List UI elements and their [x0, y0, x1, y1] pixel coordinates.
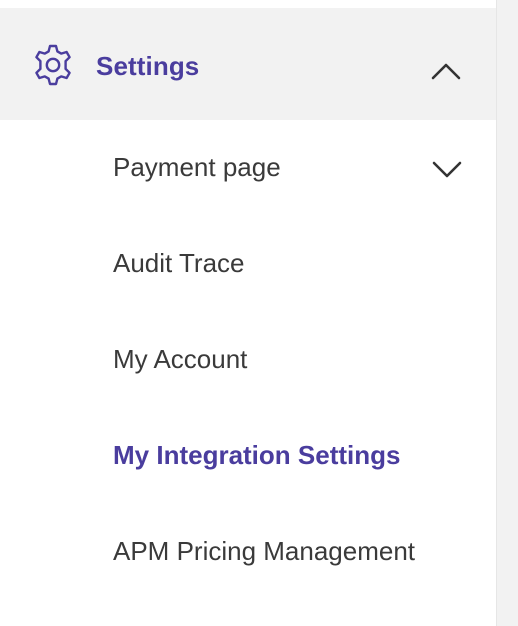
sidebar-nav: Settings Payment page Audit Trace My Acc…	[0, 0, 496, 626]
settings-section-header[interactable]: Settings	[0, 8, 496, 120]
sidebar-item-label: Audit Trace	[113, 248, 245, 278]
settings-section-title: Settings	[96, 51, 200, 81]
sidebar-item-label: APM Pricing Management	[113, 536, 416, 566]
content-edge	[496, 0, 518, 626]
sidebar-item-my-account[interactable]: My Account	[0, 312, 496, 408]
sidebar-item-my-integration-settings[interactable]: My Integration Settings	[0, 408, 496, 504]
sidebar-item-label: My Account	[113, 344, 248, 374]
sidebar-item-audit-trace[interactable]: Audit Trace	[0, 216, 496, 312]
sidebar-item-payment-page[interactable]: Payment page	[0, 120, 496, 216]
sidebar-item-apm-pricing-management[interactable]: APM Pricing Management	[0, 504, 496, 600]
sidebar-item-label: My Integration Settings	[113, 440, 401, 470]
sidebar-item-label: Payment page	[113, 152, 281, 182]
